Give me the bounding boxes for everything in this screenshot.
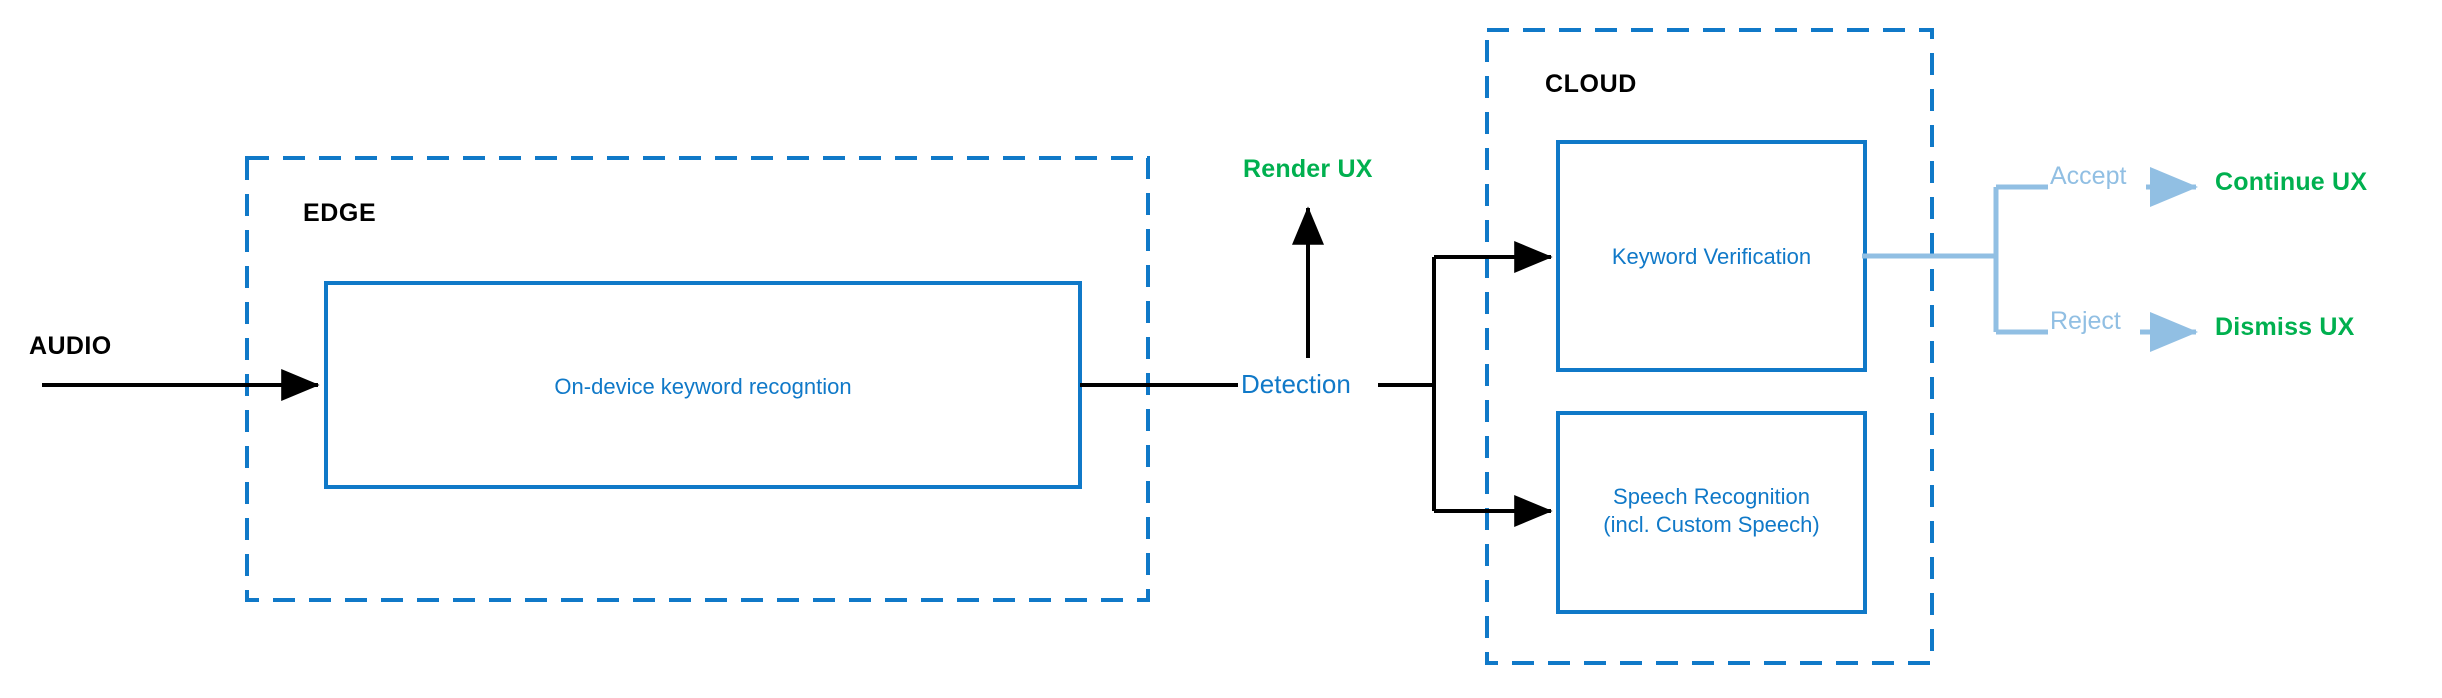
dismiss-ux-label: Dismiss UX <box>2215 313 2355 341</box>
cloud-zone-title: CLOUD <box>1545 70 1637 98</box>
audio-input-label: AUDIO <box>29 332 112 360</box>
edge-zone-title: EDGE <box>303 199 377 227</box>
keyword-verification-label: Keyword Verification <box>1611 244 1812 269</box>
reject-branch-label: Reject <box>2050 307 2121 335</box>
accept-branch-label: Accept <box>2050 162 2127 190</box>
render-ux-label: Render UX <box>1243 155 1373 183</box>
detection-flow-label: Detection <box>1241 369 1351 399</box>
diagram-vector-layer <box>42 28 2199 665</box>
on-device-keyword-recognition-label: On-device keyword recogntion <box>554 374 852 399</box>
speech-recognition-label-line1: Speech Recognition <box>1613 484 1810 509</box>
continue-ux-label: Continue UX <box>2215 168 2368 196</box>
diagram-canvas: EDGE CLOUD AUDIO On-device keyword recog… <box>0 0 2442 698</box>
speech-recognition-label-line2: (incl. Custom Speech) <box>1603 512 1820 537</box>
